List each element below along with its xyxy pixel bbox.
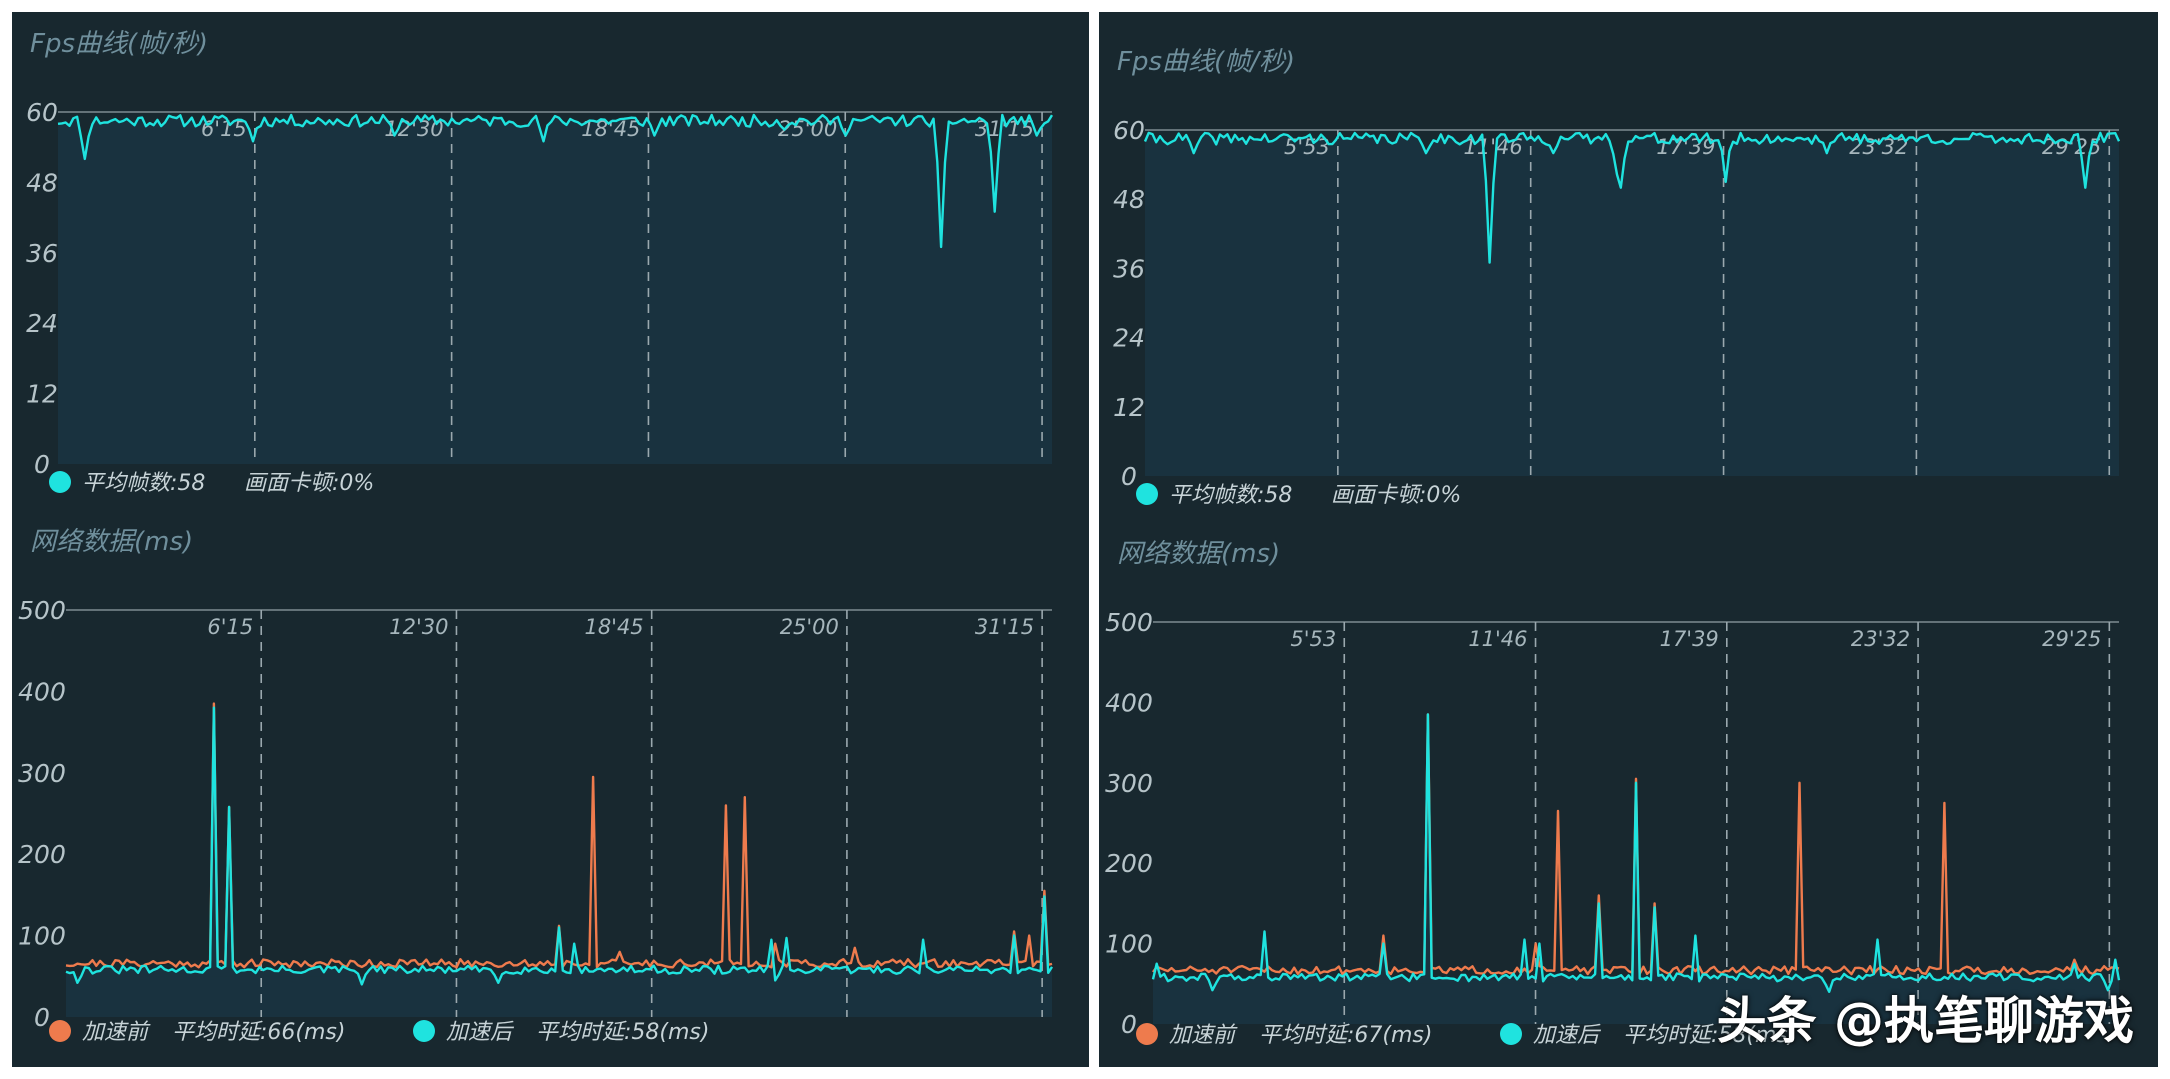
network-chart-right: 网络数据(ms) 0 100 200 300 400 500 5'53 11'46 17'39 23… (1105, 539, 2121, 1048)
y-tick-label: 0 (34, 450, 50, 479)
legend-marker (1500, 1023, 1522, 1045)
x-tick-label: 11'46 (1468, 627, 1527, 651)
legend-text: 平均帧数:58 (1169, 483, 1292, 508)
legend-marker (49, 1020, 71, 1042)
y-tick-label: 0 (34, 1003, 50, 1032)
x-tick-label: 12'30 (389, 615, 448, 639)
legend-text: 加速前 (82, 1020, 151, 1045)
fps-chart-right-title: Fps曲线(帧/秒) (1117, 47, 1295, 77)
fps-chart-left: Fps曲线(帧/秒)012243648606'15 12'30 18'45 25'00… (26, 29, 1054, 496)
y-tick-label: 500 (18, 596, 66, 625)
y-tick-label: 200 (18, 840, 66, 869)
x-tick-label: 6'15 (207, 615, 253, 639)
left-chart-panel: Fps曲线(帧/秒) 0 12 24 36 48 60 6'15 12'30 18'45 25'00… (12, 12, 1089, 1067)
y-tick-label: 24 (1113, 324, 1145, 353)
legend-text: 平均时延:66(ms) (172, 1020, 345, 1045)
legend-text: 加速前 (1169, 1023, 1238, 1048)
right-charts-svg: Fps曲线(帧/秒) 0 12 24 36 48 60 5'53 11'46 17'39 23'32… (1105, 47, 2121, 1048)
legend-text: 平均帧数:58 (82, 471, 205, 496)
x-tick-label: 29'25 (2042, 627, 2101, 651)
y-tick-label: 12 (26, 380, 58, 409)
y-tick-label: 48 (1113, 185, 1145, 214)
fps-chart-right: Fps曲线(帧/秒)012243648605'53 11'46 17'39 23'32… (1113, 47, 2121, 508)
fps-chart-left-area (58, 115, 1052, 464)
y-tick-label: 36 (26, 239, 58, 268)
legend-text: 加速后 (1533, 1023, 1602, 1048)
y-tick-label: 60 (1113, 116, 1145, 145)
legend-text: 画面卡顿:0% (244, 471, 374, 496)
fps-chart-right-area (1145, 132, 2119, 476)
x-tick-label: 5'53 (1290, 627, 1336, 651)
watermark: 头条 @执笔聊游戏 (1716, 992, 2134, 1050)
y-tick-label: 12 (1113, 393, 1145, 422)
y-tick-label: 36 (1113, 254, 1145, 283)
legend-text: 画面卡顿:0% (1331, 483, 1461, 508)
fps-chart-left-title: Fps曲线(帧/秒) (30, 29, 208, 59)
network-chart-right-title: 网络数据(ms) (1117, 539, 1280, 569)
legend-marker (49, 471, 71, 493)
legend-marker (1136, 483, 1158, 505)
legend-text: 平均时延:67(ms) (1259, 1023, 1432, 1048)
network-chart-left-title: 网络数据(ms) (30, 527, 193, 557)
low-band (66, 976, 1052, 1017)
legend-text: 平均时延:58(ms) (536, 1020, 709, 1045)
y-tick-label: 400 (1105, 688, 1153, 717)
x-tick-label: 18'45 (584, 615, 643, 639)
y-tick-label: 0 (1121, 1010, 1137, 1039)
y-tick-label: 200 (1105, 849, 1153, 878)
y-tick-label: 300 (1105, 769, 1153, 798)
legend-marker (1136, 1023, 1158, 1045)
y-tick-label: 100 (18, 922, 66, 951)
network-chart-left: 网络数据(ms) 0 100 200 300 400 500 6'15 12'30 18'45 25… (18, 527, 1054, 1045)
legend-marker (413, 1020, 435, 1042)
legend-text: 加速后 (446, 1020, 515, 1045)
y-tick-label: 60 (26, 98, 58, 127)
y-tick-label: 100 (1105, 930, 1153, 959)
y-tick-label: 24 (26, 309, 58, 338)
right-chart-panel: Fps曲线(帧/秒) 0 12 24 36 48 60 5'53 11'46 17'39 23'32… (1099, 12, 2158, 1067)
x-tick-label: 23'32 (1851, 627, 1910, 651)
y-tick-label: 48 (26, 168, 58, 197)
x-tick-label: 25'00 (780, 615, 839, 639)
y-tick-label: 0 (1121, 462, 1137, 491)
y-tick-label: 300 (18, 759, 66, 788)
x-tick-label: 17'39 (1660, 627, 1719, 651)
left-charts-svg: Fps曲线(帧/秒) 0 12 24 36 48 60 6'15 12'30 18'45 25'00… (18, 29, 1054, 1045)
y-tick-label: 500 (1105, 608, 1153, 637)
x-tick-label: 31'15 (975, 615, 1034, 639)
y-tick-label: 400 (18, 677, 66, 706)
